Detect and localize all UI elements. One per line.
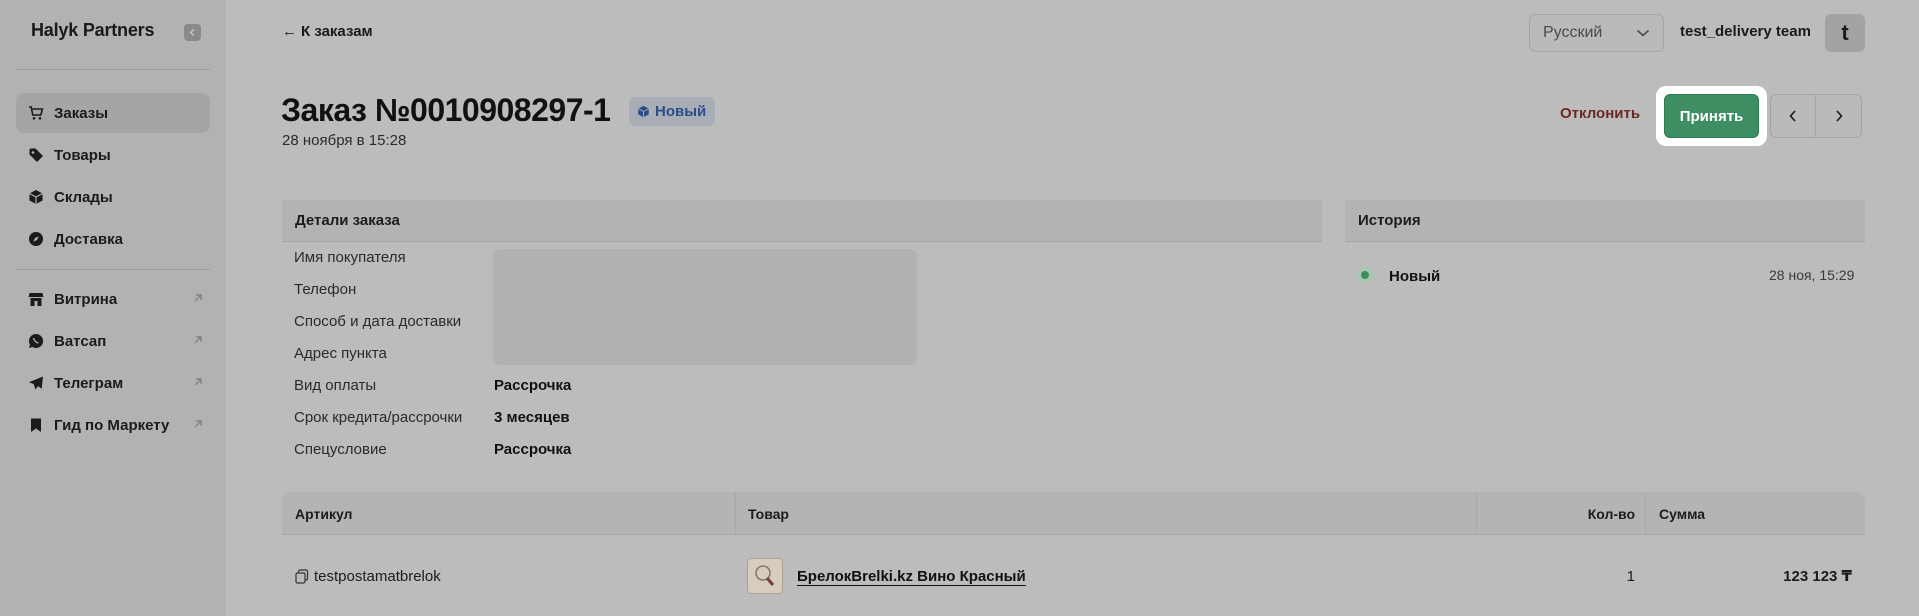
- sidebar-item-label: Телеграм: [54, 374, 124, 392]
- sidebar-nav: Заказы Товары Склады Доставка: [16, 93, 210, 261]
- sidebar-item-delivery[interactable]: Доставка: [16, 219, 210, 259]
- special-condition-value: Рассрочка: [494, 441, 572, 458]
- sku-value: testpostamatbrelok: [314, 567, 441, 585]
- accept-button-highlight: Принять: [1656, 86, 1767, 146]
- chevron-left-icon: [189, 28, 195, 37]
- box-icon: [637, 105, 650, 118]
- column-header-sum: Сумма: [1659, 505, 1706, 522]
- avatar[interactable]: t: [1825, 14, 1865, 52]
- sidebar-external-nav: Витрина Ватсап Телеграм Гид по Маркету: [16, 279, 210, 447]
- column-divider: [1645, 492, 1646, 535]
- sidebar-item-products[interactable]: Товары: [16, 135, 210, 175]
- payment-type-label: Вид оплаты: [294, 377, 377, 394]
- table-row: testpostamatbrelok БрелокBrelki.kz Вино …: [282, 536, 1865, 616]
- back-link-label: К заказам: [301, 23, 373, 40]
- pickup-address-label: Адрес пункта: [294, 345, 387, 362]
- order-details-labels: Имя покупателя Телефон Способ и дата дос…: [294, 249, 462, 473]
- column-divider: [1476, 492, 1477, 535]
- buyer-name-label: Имя покупателя: [294, 249, 406, 266]
- payment-type-value: Рассрочка: [494, 377, 572, 394]
- next-order-button[interactable]: [1816, 94, 1862, 138]
- sum-value: 123 123 ₸: [1783, 568, 1852, 585]
- bookmark-icon: [28, 417, 44, 433]
- column-header-qty: Кол-во: [1587, 505, 1635, 522]
- chevron-left-icon: [1789, 110, 1796, 122]
- previous-order-button[interactable]: [1770, 94, 1816, 138]
- sidebar-item-label: Витрина: [54, 290, 118, 308]
- column-header-sku: Артикул: [295, 505, 353, 522]
- reject-button[interactable]: Отклонить: [1560, 105, 1640, 122]
- sidebar-item-storefront[interactable]: Витрина: [16, 279, 210, 319]
- tag-icon: [28, 147, 44, 163]
- sidebar-item-telegram[interactable]: Телеграм: [16, 363, 210, 403]
- external-link-icon: [194, 294, 202, 302]
- order-date: 28 ноября в 15:28: [282, 132, 407, 149]
- sidebar-item-label: Доставка: [54, 230, 123, 248]
- qty-value: 1: [1626, 567, 1635, 585]
- compass-icon: [28, 231, 44, 247]
- sidebar-item-market-guide[interactable]: Гид по Маркету: [16, 405, 210, 445]
- status-dot-icon: [1357, 267, 1373, 283]
- collapse-sidebar-button[interactable]: [184, 24, 201, 41]
- chevron-down-icon: [1636, 29, 1650, 37]
- external-link-icon: [194, 378, 202, 386]
- box-icon: [28, 189, 44, 205]
- chevron-right-icon: [1835, 110, 1843, 122]
- telegram-icon: [28, 375, 44, 391]
- language-select[interactable]: Русский: [1529, 14, 1664, 52]
- product-thumbnail: [747, 558, 783, 594]
- sidebar-item-label: Товары: [54, 146, 111, 164]
- order-details-values: Рассрочка 3 месяцев Рассрочка: [494, 377, 571, 473]
- whatsapp-icon: [28, 333, 44, 349]
- sidebar: Halyk Partners Заказы Товары Склады Дост…: [0, 0, 226, 616]
- page-title: Заказ №0010908297-1: [281, 92, 611, 128]
- credit-term-label: Срок кредита/рассрочки: [294, 409, 463, 426]
- sidebar-item-label: Ватсап: [54, 332, 107, 350]
- credit-term-value: 3 месяцев: [494, 409, 570, 426]
- accept-button[interactable]: Принять: [1664, 94, 1759, 138]
- sidebar-item-whatsapp[interactable]: Ватсап: [16, 321, 210, 361]
- history-time: 28 ноя, 15:29: [1769, 267, 1855, 283]
- column-header-product: Товар: [748, 505, 789, 522]
- team-name[interactable]: test_delivery team: [1680, 23, 1811, 40]
- history-heading: История: [1345, 200, 1865, 242]
- product-cell: БрелокBrelki.kz Вино Красный: [747, 536, 1026, 616]
- sidebar-divider: [16, 69, 210, 70]
- column-divider: [735, 492, 736, 535]
- external-link-icon: [194, 420, 202, 428]
- special-condition-label: Спецусловие: [294, 441, 387, 458]
- cart-icon: [28, 105, 44, 121]
- sidebar-item-label: Гид по Маркету: [54, 416, 170, 434]
- sidebar-item-orders[interactable]: Заказы: [16, 93, 210, 133]
- brand-logo[interactable]: Halyk Partners: [31, 20, 154, 41]
- order-details-heading: Детали заказа: [282, 200, 1322, 242]
- keychain-image-icon: [755, 565, 775, 586]
- external-link-icon: [194, 336, 202, 344]
- masked-customer-info: [493, 249, 917, 365]
- sidebar-item-label: Склады: [54, 188, 113, 206]
- phone-label: Телефон: [294, 281, 357, 298]
- product-link[interactable]: БрелокBrelki.kz Вино Красный: [797, 568, 1026, 585]
- status-badge-label: Новый: [655, 103, 707, 120]
- storefront-icon: [28, 291, 44, 307]
- sku-cell: testpostamatbrelok: [295, 536, 441, 616]
- sidebar-item-warehouses[interactable]: Склады: [16, 177, 210, 217]
- back-to-orders-link[interactable]: ← К заказам: [282, 23, 373, 40]
- sidebar-divider: [16, 269, 210, 270]
- copy-icon[interactable]: [295, 568, 309, 584]
- delivery-method-label: Способ и дата доставки: [294, 313, 462, 330]
- status-badge: Новый: [629, 97, 716, 126]
- items-table-header: Артикул Товар Кол-во Сумма: [282, 492, 1865, 535]
- language-value: Русский: [1543, 24, 1603, 41]
- history-status: Новый: [1389, 268, 1441, 285]
- arrow-left-icon: ←: [282, 23, 297, 40]
- sidebar-item-label: Заказы: [54, 104, 109, 122]
